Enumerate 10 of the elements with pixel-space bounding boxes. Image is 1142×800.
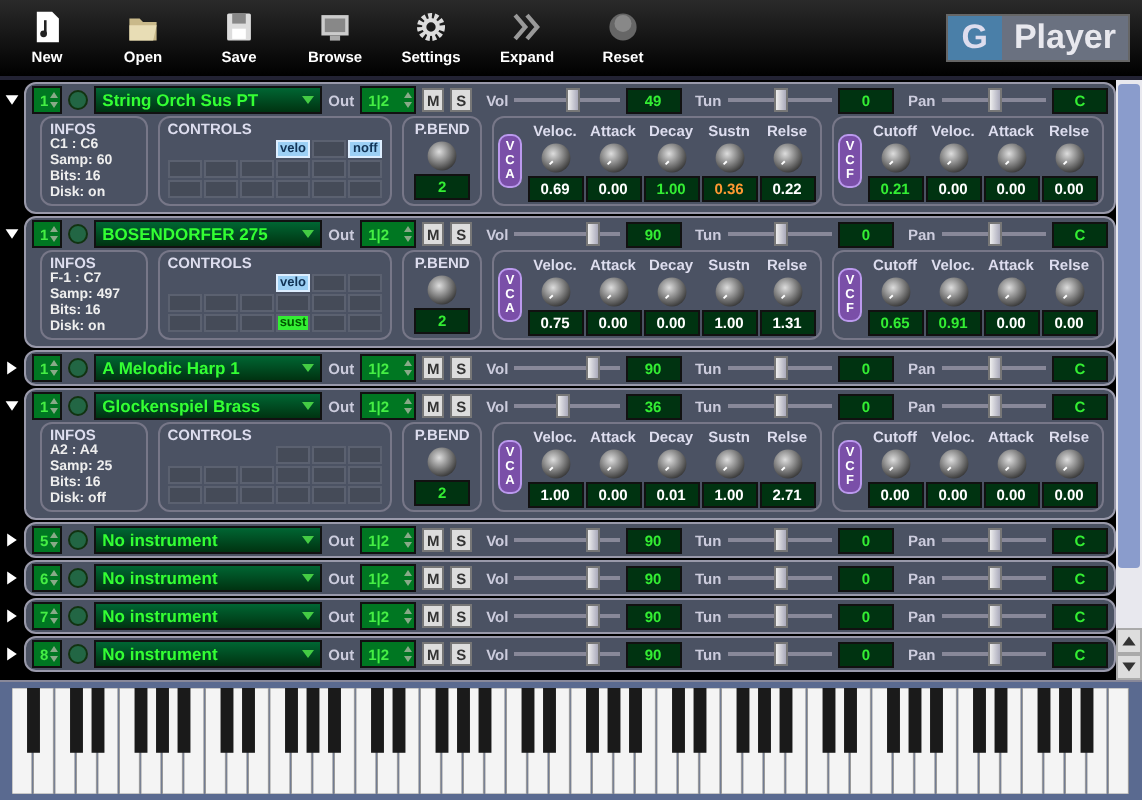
instrument-dropdown[interactable]: No instrument xyxy=(94,602,323,630)
logo-letter: G xyxy=(947,16,1002,60)
instrument-dropdown[interactable]: Glockenspiel Brass xyxy=(94,392,323,420)
instrument-dropdown[interactable]: String Orch Sus PT xyxy=(94,86,323,114)
instrument-dropdown[interactable]: No instrument xyxy=(94,640,323,668)
logo-text: Player xyxy=(1001,16,1128,60)
instrument-dropdown[interactable]: A Melodic Harp 1 xyxy=(94,354,323,382)
instrument-dropdown[interactable]: No instrument xyxy=(94,526,323,554)
instrument-dropdown[interactable]: No instrument xyxy=(94,564,323,592)
instrument-dropdown[interactable]: BOSENDORFER 275 xyxy=(94,220,323,248)
